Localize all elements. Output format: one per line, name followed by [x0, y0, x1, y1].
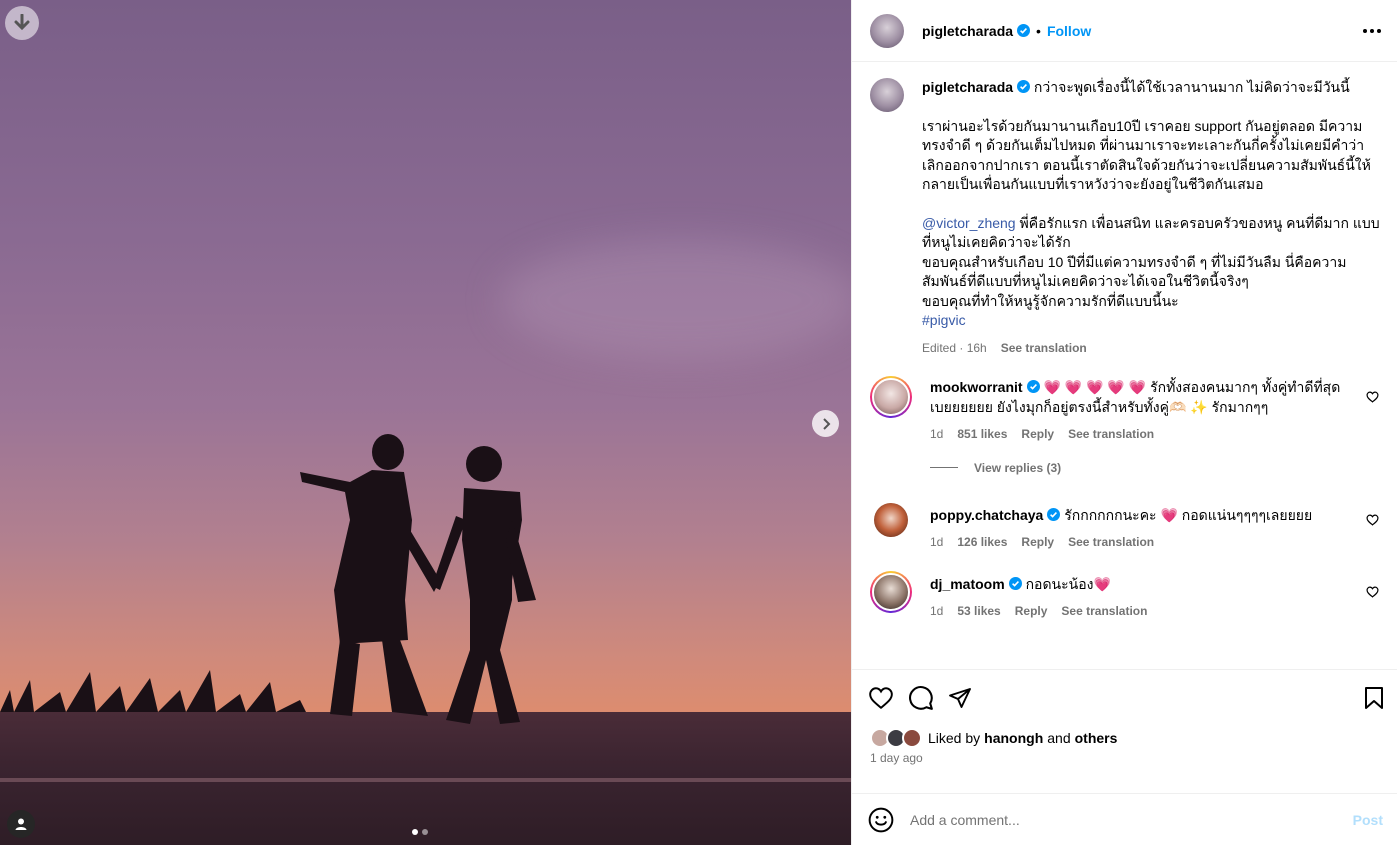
view-replies-label: View replies (3) — [974, 460, 1062, 475]
and-label: and — [1047, 730, 1071, 746]
more-options-button[interactable] — [1363, 28, 1381, 33]
carousel-next-button[interactable] — [812, 410, 839, 437]
view-replies-line — [930, 467, 958, 468]
post-header: pigletcharada • Follow — [852, 0, 1397, 62]
comment-input[interactable] — [910, 811, 1337, 828]
verified-icon — [1008, 576, 1022, 590]
comment-item: mookworranit 💗 💗 💗 💗 💗 รักทั้งสองคนมากๆ … — [870, 376, 1381, 445]
verified-icon — [1047, 507, 1061, 521]
post-media[interactable] — [0, 0, 851, 845]
comment-item: poppy.chatchaya รักกกกกกนะคะ 💗 กอดแน่นๆๆ… — [870, 499, 1381, 553]
caption-username[interactable]: pigletcharada — [922, 79, 1013, 95]
comment-avatar[interactable] — [870, 499, 912, 541]
comment-reply-button[interactable]: Reply — [1021, 425, 1054, 445]
share-button[interactable] — [948, 686, 972, 710]
verified-icon — [1017, 80, 1031, 93]
verified-icon — [1017, 24, 1031, 37]
comment-like-button[interactable] — [1366, 585, 1379, 603]
carousel-indicator — [412, 829, 428, 835]
view-replies-button[interactable]: View replies (3) — [930, 461, 1381, 475]
more-icon-dot — [1377, 28, 1381, 33]
hashtag-link[interactable]: #pigvic — [922, 312, 966, 328]
heart-icon — [869, 686, 893, 709]
comment-button[interactable] — [908, 685, 934, 711]
like-button[interactable] — [868, 686, 894, 710]
likes-summary: Liked by hanongh and others — [852, 725, 1397, 751]
verified-icon — [1026, 380, 1040, 393]
comment-see-translation[interactable]: See translation — [1068, 425, 1154, 445]
author-avatar[interactable] — [870, 13, 904, 48]
comments-scroll[interactable]: pigletcharada กว่าจะพูดเรื่องนี้ได้ใช้เว… — [852, 62, 1397, 669]
heart-icon — [1366, 391, 1379, 403]
user-tag-icon — [15, 818, 27, 830]
comment-like-button[interactable] — [1366, 513, 1379, 531]
comment-time: 1d — [930, 604, 944, 618]
heart-icon — [1366, 586, 1379, 598]
caption-paragraph-2: @victor_zheng พี่คือรักแรก เพื่อนสนิท แล… — [922, 214, 1381, 312]
tagged-users-button[interactable] — [7, 810, 35, 838]
comment-username[interactable]: mookworranit — [930, 379, 1023, 395]
comment-likes[interactable]: 53 likes — [957, 602, 1000, 622]
download-button[interactable] — [5, 6, 39, 40]
comment-body: mookworranit 💗 💗 💗 💗 💗 รักทั้งสองคนมากๆ … — [930, 376, 1381, 445]
header-separator: • — [1036, 22, 1041, 39]
carousel-dot-2 — [422, 829, 428, 835]
comment-time: 1d — [930, 535, 944, 549]
save-button[interactable] — [1363, 686, 1385, 710]
comment-see-translation[interactable]: See translation — [1068, 533, 1154, 553]
comment-body: dj_matoom กอดนะน้อง💗 1d 53 likes Reply S… — [930, 571, 1381, 622]
author-username[interactable]: pigletcharada — [922, 23, 1013, 39]
post-comment-button[interactable]: Post — [1353, 812, 1383, 828]
more-icon — [1363, 28, 1367, 33]
comment-item: dj_matoom กอดนะน้อง💗 1d 53 likes Reply S… — [870, 570, 1381, 622]
caption-edited-time: Edited · 16h — [922, 340, 987, 355]
caption-meta: Edited · 16h See translation — [922, 339, 1381, 359]
couple-silhouette — [0, 434, 536, 724]
comment-username[interactable]: dj_matoom — [930, 576, 1005, 592]
comment-meta: 1d 53 likes Reply See translation — [930, 602, 1381, 622]
comment-meta: 1d 851 likes Reply See translation — [930, 425, 1381, 445]
comment-reply-button[interactable]: Reply — [1015, 602, 1048, 622]
comment-text: รักกกกกกนะคะ 💗 กอดแน่นๆๆๆๆเลยยยย — [1064, 506, 1313, 523]
comment-time: 1d — [930, 427, 944, 441]
caption-paragraph-1: เราผ่านอะไรด้วยกันมานานเกือบ10ปี เราคอย … — [922, 117, 1371, 193]
others-link[interactable]: others — [1075, 730, 1118, 746]
comment-avatar[interactable] — [870, 570, 912, 613]
liker-username[interactable]: hanongh — [984, 730, 1043, 746]
post-actions — [852, 669, 1397, 725]
comment-avatar[interactable] — [870, 376, 912, 418]
liker-avatar[interactable] — [902, 728, 922, 748]
comment-reply-button[interactable]: Reply — [1021, 533, 1054, 553]
comment-username[interactable]: poppy.chatchaya — [930, 507, 1043, 523]
heart-icon — [1366, 514, 1379, 526]
mention-link[interactable]: @victor_zheng — [922, 215, 1016, 231]
caption-body: pigletcharada กว่าจะพูดเรื่องนี้ได้ใช้เว… — [922, 78, 1381, 358]
caption-author-avatar[interactable] — [870, 78, 904, 112]
comment-body: poppy.chatchaya รักกกกกกนะคะ 💗 กอดแน่นๆๆ… — [930, 499, 1381, 553]
caption-first-line: กว่าจะพูดเรื่องนี้ได้ใช้เวลานานมาก ไม่คิ… — [1033, 79, 1350, 95]
comment-meta: 1d 126 likes Reply See translation — [930, 533, 1381, 553]
post-dialog: pigletcharada • Follow pigletcharada กว่… — [0, 0, 1397, 845]
more-icon-dot — [1370, 28, 1374, 33]
carousel-dot-1 — [412, 829, 418, 835]
comment-like-button[interactable] — [1366, 390, 1379, 408]
download-icon — [14, 14, 30, 31]
bookmark-icon — [1365, 686, 1383, 709]
chevron-right-icon — [822, 417, 830, 430]
comment-text: กอดนะน้อง💗 — [1025, 575, 1111, 592]
follow-button[interactable]: Follow — [1047, 23, 1091, 39]
share-icon — [949, 687, 971, 708]
post-date: 1 day ago — [870, 751, 923, 765]
comment-likes[interactable]: 126 likes — [957, 533, 1007, 553]
comment-see-translation[interactable]: See translation — [1061, 602, 1147, 622]
emoji-button[interactable] — [868, 807, 894, 833]
liked-by-label: Liked by — [928, 730, 981, 746]
comment-likes[interactable]: 851 likes — [957, 425, 1007, 445]
emoji-icon — [868, 807, 894, 832]
post-side-panel: pigletcharada • Follow pigletcharada กว่… — [851, 0, 1397, 845]
caption-see-translation[interactable]: See translation — [1001, 339, 1087, 359]
comment-icon — [909, 685, 933, 710]
caption: pigletcharada กว่าจะพูดเรื่องนี้ได้ใช้เว… — [870, 78, 1381, 358]
add-comment-bar: Post — [852, 793, 1397, 845]
